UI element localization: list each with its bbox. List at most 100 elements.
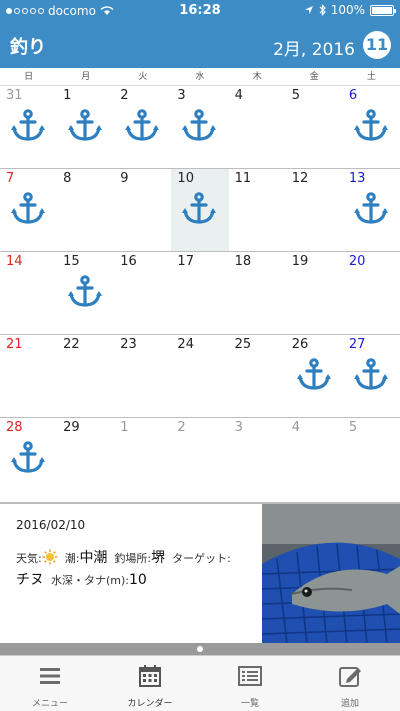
tab-menu-label: メニュー bbox=[31, 699, 68, 709]
calendar-day-cell[interactable]: 29 bbox=[57, 418, 114, 502]
calendar-day-cell[interactable]: 8 bbox=[57, 169, 114, 251]
anchor-icon bbox=[10, 108, 46, 144]
page-indicator bbox=[0, 643, 400, 655]
calendar-day-cell[interactable]: 2 bbox=[114, 86, 171, 168]
day-number: 27 bbox=[348, 337, 366, 352]
detail-line-1: 天気: 潮:中潮 釣場所:堺 ターゲット: bbox=[16, 547, 231, 567]
depth-label: 水深・タナ(m): bbox=[51, 574, 130, 587]
weekday-thu: 木 bbox=[252, 72, 262, 82]
day-number: 15 bbox=[63, 254, 80, 269]
weekday-tue: 火 bbox=[138, 72, 148, 82]
anchor-icon bbox=[67, 274, 103, 310]
calendar-day-cell[interactable]: 23 bbox=[114, 335, 171, 417]
day-number: 22 bbox=[63, 337, 80, 352]
today-button[interactable]: 11 bbox=[363, 31, 391, 59]
calendar-day-cell[interactable]: 10 bbox=[171, 169, 229, 251]
calendar-day-cell[interactable]: 7 bbox=[0, 169, 57, 251]
tab-list[interactable]: 一覧 bbox=[200, 656, 300, 711]
anchor-icon bbox=[353, 191, 389, 227]
day-number: 21 bbox=[6, 337, 23, 352]
day-number: 9 bbox=[120, 171, 129, 186]
day-number: 2 bbox=[177, 420, 186, 435]
target-value: チヌ bbox=[16, 572, 44, 588]
calendar-day-cell[interactable]: 3 bbox=[171, 86, 228, 168]
calendar-day-cell[interactable]: 3 bbox=[229, 418, 286, 502]
anchor-icon bbox=[10, 191, 46, 227]
calendar-day-cell[interactable]: 9 bbox=[114, 169, 171, 251]
tab-menu[interactable]: メニュー bbox=[0, 656, 100, 711]
calendar-day-cell[interactable]: 5 bbox=[286, 86, 343, 168]
weekday-sat: 土 bbox=[366, 72, 376, 82]
calendar-day-cell[interactable]: 31 bbox=[0, 86, 57, 168]
menu-icon bbox=[40, 668, 60, 684]
anchor-icon bbox=[67, 108, 103, 144]
anchor-icon bbox=[181, 108, 217, 144]
day-number: 29 bbox=[63, 420, 80, 435]
tab-calendar[interactable]: カレンダー bbox=[100, 656, 200, 711]
month-label[interactable]: 2月, 2016 bbox=[273, 35, 355, 60]
calendar-grid: 31 1 2 3 4 5 6 7 8 9 10 11 12 13 14 15 16 17 18 19 20 21 22 23 2… bbox=[0, 86, 400, 503]
calendar-day-cell[interactable]: 18 bbox=[229, 252, 286, 334]
day-number: 31 bbox=[6, 88, 23, 103]
day-number: 8 bbox=[63, 171, 72, 186]
anchor-icon bbox=[353, 108, 389, 144]
calendar-day-cell[interactable]: 22 bbox=[57, 335, 114, 417]
calendar-day-cell[interactable]: 2 bbox=[171, 418, 228, 502]
calendar-day-cell[interactable]: 1 bbox=[57, 86, 114, 168]
tab-calendar-label: カレンダー bbox=[127, 699, 173, 709]
status-bar: docomo 16:28 100% bbox=[0, 0, 400, 22]
top-bar: docomo 16:28 100% 釣り 2月, 2016 11 bbox=[0, 0, 400, 68]
tide-label: 潮: bbox=[64, 552, 80, 565]
calendar-day-cell[interactable]: 20 bbox=[343, 252, 400, 334]
day-number: 18 bbox=[234, 254, 252, 269]
calendar-day-cell[interactable]: 4 bbox=[229, 86, 286, 168]
day-number: 1 bbox=[63, 88, 72, 103]
calendar-day-cell[interactable]: 14 bbox=[0, 252, 57, 334]
tab-add[interactable]: 追加 bbox=[300, 656, 400, 711]
weekday-fri: 金 bbox=[309, 72, 319, 82]
day-number: 25 bbox=[234, 337, 252, 352]
fish-in-net-image bbox=[262, 504, 400, 644]
calendar-day-cell[interactable]: 11 bbox=[229, 169, 286, 251]
day-number: 26 bbox=[291, 337, 309, 352]
calendar-day-cell[interactable]: 6 bbox=[343, 86, 400, 168]
calendar-day-cell[interactable]: 25 bbox=[229, 335, 286, 417]
sun-icon bbox=[42, 549, 58, 565]
calendar-day-cell[interactable]: 21 bbox=[0, 335, 57, 417]
day-number: 4 bbox=[291, 420, 300, 435]
tide-value: 中潮 bbox=[79, 550, 108, 566]
day-detail-card[interactable]: 2016/02/10 天気: 潮:中潮 釣場所:堺 ターゲット: チヌ 水深・タ… bbox=[0, 503, 400, 644]
day-number: 24 bbox=[177, 337, 194, 352]
calendar-day-cell[interactable]: 4 bbox=[286, 418, 343, 502]
calendar-day-cell[interactable]: 13 bbox=[343, 169, 400, 251]
calendar-day-cell[interactable]: 5 bbox=[343, 418, 400, 502]
edit-icon bbox=[339, 667, 361, 687]
tab-list-label: 一覧 bbox=[240, 699, 259, 709]
day-number: 7 bbox=[6, 171, 15, 186]
spot-value: 堺 bbox=[151, 550, 166, 566]
location-icon bbox=[304, 6, 313, 14]
calendar-day-cell[interactable]: 28 bbox=[0, 418, 57, 502]
anchor-icon bbox=[10, 440, 46, 476]
calendar-day-cell[interactable]: 12 bbox=[286, 169, 343, 251]
calendar-day-cell[interactable]: 17 bbox=[171, 252, 228, 334]
day-number: 1 bbox=[120, 420, 129, 435]
day-number: 20 bbox=[348, 254, 366, 269]
catch-photo[interactable] bbox=[262, 504, 400, 644]
calendar-day-cell[interactable]: 15 bbox=[57, 252, 114, 334]
day-number: 16 bbox=[120, 254, 137, 269]
calendar-day-cell[interactable]: 24 bbox=[171, 335, 228, 417]
calendar-icon bbox=[139, 665, 161, 687]
calendar-day-cell[interactable]: 19 bbox=[286, 252, 343, 334]
calendar-week-row: 7 8 9 10 11 12 13 bbox=[0, 169, 400, 252]
day-number: 3 bbox=[177, 88, 186, 103]
calendar-day-cell[interactable]: 26 bbox=[286, 335, 343, 417]
calendar-day-cell[interactable]: 16 bbox=[114, 252, 171, 334]
weather-label: 天気: bbox=[16, 552, 42, 565]
day-number: 4 bbox=[234, 88, 243, 103]
status-right: 100% bbox=[304, 3, 396, 17]
day-number: 2 bbox=[120, 88, 129, 103]
calendar-day-cell[interactable]: 1 bbox=[114, 418, 171, 502]
calendar-day-cell[interactable]: 27 bbox=[343, 335, 400, 417]
depth-value: 10 bbox=[129, 572, 147, 588]
